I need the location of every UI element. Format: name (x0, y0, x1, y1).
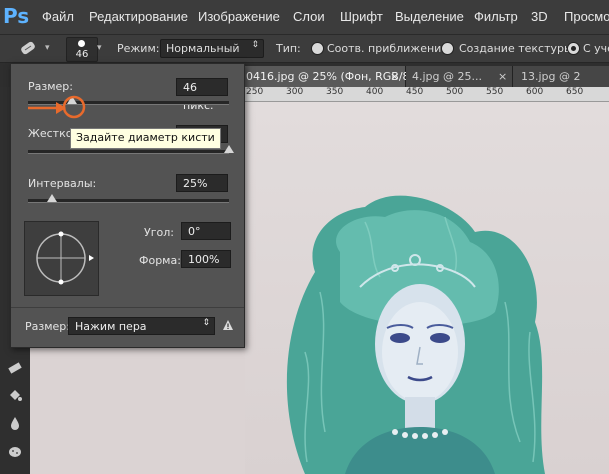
eraser-icon[interactable] (7, 359, 23, 375)
brush-picker-button[interactable]: 46 (66, 37, 98, 62)
hardness-slider-thumb[interactable] (224, 145, 234, 153)
ruler-tick: 250 (246, 87, 264, 97)
ruler-tick: 650 (566, 87, 584, 97)
ruler-tick: 600 (526, 87, 544, 97)
brush-picker-arrow-icon[interactable]: ▾ (97, 43, 102, 53)
spacing-slider[interactable] (28, 194, 229, 203)
type-label: Тип: (276, 42, 301, 55)
menu-bar: Ps Файл Редактирование Изображение Слои … (0, 0, 609, 35)
ruler-tick: 350 (326, 87, 344, 97)
warning-icon (223, 320, 233, 330)
size-field[interactable]: 46 пикс. (176, 78, 228, 112)
pressure-label: Размер: (25, 320, 70, 333)
paint-bucket-icon[interactable] (7, 387, 23, 403)
ruler-tick: 550 (486, 87, 504, 97)
tab-document-3[interactable]: 13.jpg @ 2 (513, 66, 609, 87)
size-control-value: Нажим пера (75, 320, 147, 333)
document-canvas[interactable] (245, 102, 609, 474)
spacing-slider-thumb[interactable] (47, 194, 58, 202)
photoshop-logo: Ps (3, 4, 30, 28)
radio-content-aware[interactable] (567, 42, 580, 55)
mode-value: Нормальный (166, 42, 240, 55)
menu-filter[interactable]: Фильтр (474, 9, 518, 24)
select-arrows-icon: ⇕ (202, 318, 210, 328)
ruler-tick: 450 (406, 87, 424, 97)
radio-create-texture[interactable] (441, 42, 454, 55)
size-control-select[interactable]: Нажим пера ⇕ (68, 317, 215, 335)
hardness-slider[interactable] (28, 145, 234, 154)
brush-angle-preview[interactable] (24, 221, 99, 296)
tab-label: 4.jpg @ 25... (412, 70, 482, 83)
divider (11, 307, 244, 308)
menu-file[interactable]: Файл (42, 9, 74, 24)
menu-select[interactable]: Выделение (395, 9, 464, 24)
tooltip: Задайте диаметр кисти (70, 128, 221, 149)
tab-label: 13.jpg @ 2 (521, 70, 581, 83)
roundness-field[interactable]: 100% (181, 250, 231, 268)
brush-tip-crosshair-icon (36, 231, 94, 285)
menu-3d[interactable]: 3D (531, 9, 548, 24)
size-label: Размер: (28, 80, 73, 93)
tab-document-1[interactable]: 0416.jpg @ 25% (Фон, RGB/8) * × (240, 66, 423, 87)
sponge-icon[interactable] (7, 443, 23, 459)
radio-texture-label: Создание текстуры (459, 42, 573, 55)
tab-document-2[interactable]: 4.jpg @ 25... × (406, 66, 513, 87)
options-bar: ▾ 46 ▾ Режим: Нормальный ⇕ Тип: Соотв. п… (0, 35, 609, 63)
radio-proximity-match[interactable] (311, 42, 324, 55)
radio-proximity-label: Соотв. приближения (327, 42, 448, 55)
ruler-tick: 400 (366, 87, 384, 97)
mode-label: Режим: (117, 42, 160, 55)
ruler-tick: 300 (286, 87, 304, 97)
healing-brush-icon[interactable] (17, 38, 39, 58)
doll-photo (286, 195, 545, 474)
spacing-field[interactable]: 25% (176, 174, 228, 192)
radio-content-aware-label: С учет (583, 42, 609, 55)
close-icon[interactable]: × (498, 70, 507, 83)
menu-edit[interactable]: Редактирование (89, 9, 188, 24)
spacing-label: Интервалы: (28, 177, 97, 190)
ruler-tick: 500 (446, 87, 464, 97)
menu-image[interactable]: Изображение (198, 9, 280, 24)
select-arrows-icon: ⇕ (251, 40, 259, 50)
close-icon[interactable]: × (390, 70, 399, 83)
roundness-label: Форма: (139, 254, 181, 267)
tool-preset-arrow-icon[interactable]: ▾ (45, 43, 50, 53)
mode-select[interactable]: Нормальный ⇕ (160, 39, 264, 58)
annotation-arrow-icon (28, 95, 86, 119)
blur-icon[interactable] (7, 415, 23, 431)
menu-view[interactable]: Просмо (564, 9, 609, 24)
menu-type[interactable]: Шрифт (340, 9, 383, 24)
brush-tip-icon (78, 40, 85, 47)
angle-label: Угол: (144, 226, 174, 239)
brush-size-readout: 46 (75, 49, 89, 60)
angle-field[interactable]: 0° (181, 222, 231, 240)
menu-layers[interactable]: Слои (293, 9, 325, 24)
